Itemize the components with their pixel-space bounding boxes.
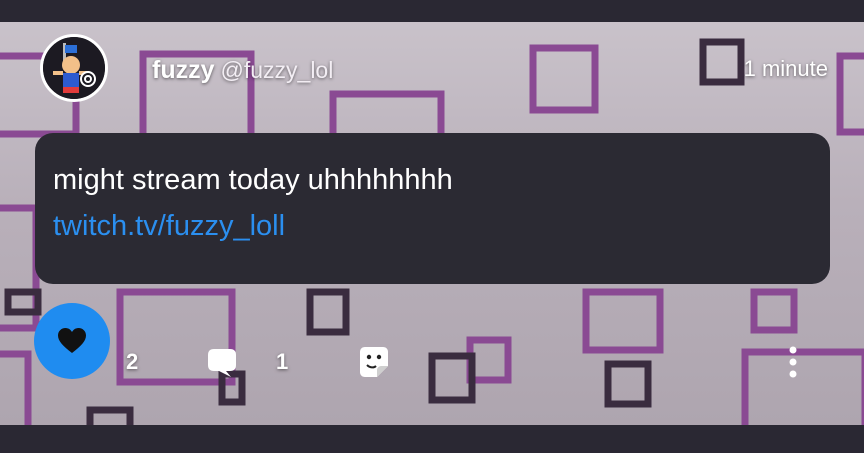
post-author: fuzzy @fuzzy_lol [152, 56, 333, 86]
more-vertical-icon [789, 346, 797, 378]
heart-icon [58, 328, 86, 353]
bottom-bar [0, 425, 864, 453]
avatar-image [43, 37, 105, 99]
comment-icon [208, 349, 236, 377]
author-name[interactable]: fuzzy [152, 56, 215, 85]
author-handle[interactable]: @fuzzy_lol [221, 57, 334, 84]
comment-button[interactable] [200, 340, 244, 384]
more-options-button[interactable] [778, 340, 808, 384]
post-card: fuzzy @fuzzy_lol 1 minute might stream t… [0, 22, 864, 425]
post-timestamp: 1 minute [743, 56, 828, 81]
stream-link[interactable]: twitch.tv/fuzzy_loll [53, 209, 285, 243]
message-bubble: might stream today uhhhhhhhh twitch.tv/f… [35, 133, 830, 284]
like-button[interactable] [34, 303, 110, 379]
sticker-icon [360, 347, 388, 377]
comment-count: 1 [276, 349, 289, 374]
avatar[interactable] [40, 34, 108, 102]
sticker-button[interactable] [352, 340, 396, 384]
top-bar [0, 0, 864, 22]
like-count: 2 [126, 349, 139, 374]
message-text: might stream today uhhhhhhhh [53, 164, 453, 196]
